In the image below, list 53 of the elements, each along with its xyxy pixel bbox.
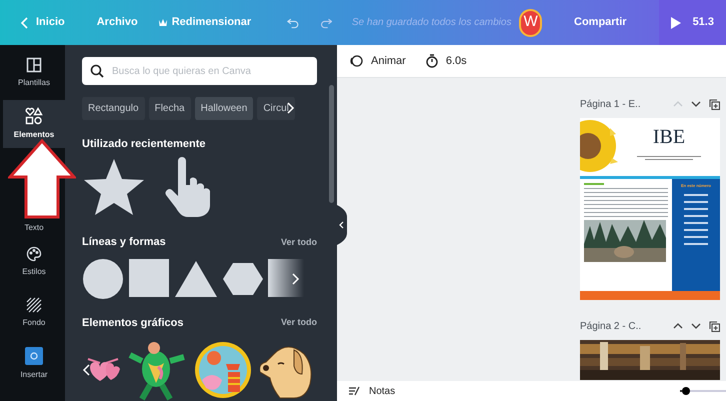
next-icon[interactable] bbox=[286, 102, 295, 114]
heading-line bbox=[584, 183, 604, 185]
triangle-shape[interactable] bbox=[174, 258, 218, 298]
animate-button[interactable]: Animar bbox=[349, 52, 406, 70]
duration-button[interactable]: 6.0s bbox=[426, 52, 467, 70]
see-all-link[interactable]: Ver todo bbox=[280, 316, 317, 330]
duplicate-icon[interactable] bbox=[709, 98, 720, 110]
filter-chip[interactable]: Halloween bbox=[194, 97, 254, 120]
filter-chip[interactable]: Rectangulo bbox=[82, 97, 145, 120]
user-avatar[interactable]: W bbox=[519, 8, 542, 36]
crown-icon bbox=[158, 18, 168, 27]
palette-icon bbox=[26, 246, 42, 262]
present-button[interactable]: 51.3 bbox=[658, 0, 726, 45]
chevron-down-icon[interactable] bbox=[691, 101, 701, 107]
chevron-up-icon[interactable] bbox=[673, 323, 683, 329]
rectangle-shape[interactable] bbox=[268, 258, 304, 298]
page-heading: IBE bbox=[652, 125, 686, 150]
hatch-icon bbox=[26, 297, 42, 313]
save-status: Se han guardado todos los cambios bbox=[352, 16, 512, 30]
filter-chip[interactable]: Circul bbox=[257, 97, 295, 120]
search-field[interactable]: Busca lo que quieras en Canva bbox=[82, 57, 317, 85]
back-icon bbox=[20, 16, 28, 28]
sidebar-item[interactable]: Elementos bbox=[3, 100, 65, 148]
page-title: Página 1 - E.. bbox=[580, 98, 641, 112]
shapes-icon bbox=[25, 107, 43, 125]
filter-chip[interactable]: Flecha bbox=[148, 97, 191, 120]
next-icon[interactable] bbox=[292, 272, 300, 284]
pagoda-badge-drawing[interactable] bbox=[194, 340, 252, 400]
play-icon bbox=[670, 16, 681, 28]
see-all-link[interactable]: Ver todo bbox=[280, 236, 317, 249]
square-shape[interactable] bbox=[128, 258, 170, 298]
section-title: Elementos gráficos bbox=[82, 316, 184, 330]
app-icon bbox=[25, 347, 43, 365]
slider-thumb[interactable] bbox=[682, 387, 690, 395]
star-icon[interactable] bbox=[82, 157, 146, 217]
subtitle-lines bbox=[637, 156, 701, 160]
section-title: Líneas y formas bbox=[82, 235, 166, 250]
prev-icon[interactable] bbox=[82, 364, 90, 376]
notes-icon bbox=[349, 386, 361, 396]
superhero-drawing[interactable] bbox=[128, 339, 186, 401]
timer-icon bbox=[426, 54, 438, 68]
animation-icon bbox=[349, 55, 363, 67]
collapse-tab-icon[interactable] bbox=[337, 205, 347, 245]
duplicate-icon[interactable] bbox=[709, 320, 720, 332]
search-icon bbox=[90, 64, 104, 78]
share-button[interactable]: Compartir bbox=[562, 0, 639, 45]
notes-button[interactable]: Notas bbox=[349, 384, 396, 398]
page-title: Página 2 - C.. bbox=[580, 320, 642, 334]
circle-shape[interactable] bbox=[82, 258, 124, 298]
zoom-slider[interactable] bbox=[680, 387, 726, 395]
section-title: Utilizado recientemente bbox=[82, 136, 206, 152]
layout-icon bbox=[26, 57, 42, 73]
chevron-down-icon[interactable] bbox=[691, 323, 701, 329]
